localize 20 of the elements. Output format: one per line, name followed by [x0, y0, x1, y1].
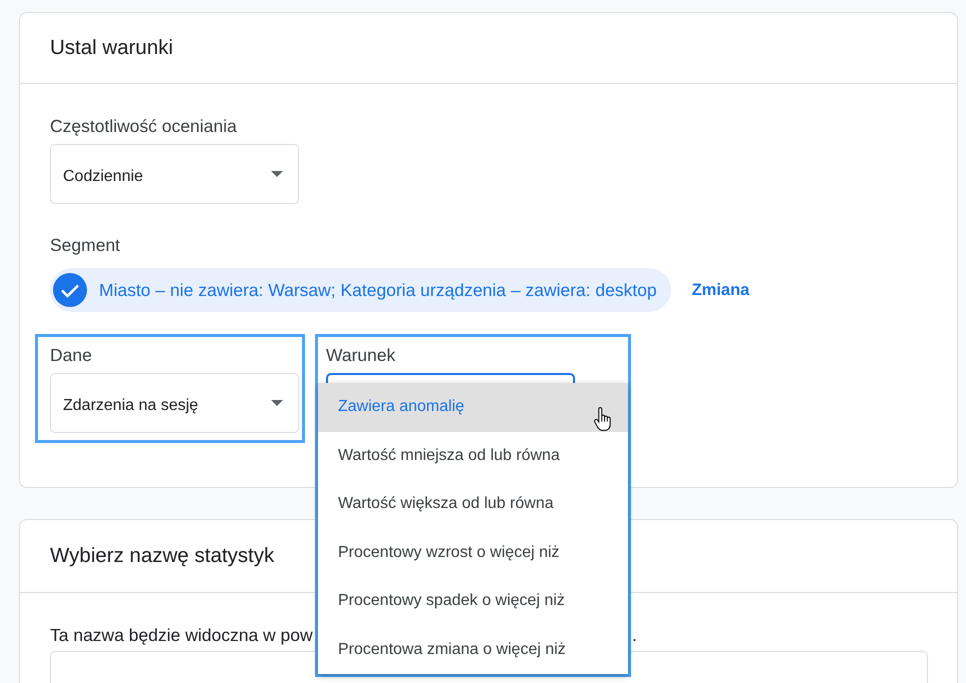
- menu-option[interactable]: Wartość większa od lub równa: [318, 480, 628, 528]
- card-title: Wybierz nazwę statystyk: [50, 544, 274, 568]
- field-label: Segment: [50, 236, 120, 255]
- card-title: Ustal warunki: [50, 36, 174, 60]
- menu-option[interactable]: Procentowy wzrost o więcej niż: [318, 528, 628, 577]
- dropdown-caret-icon: [271, 400, 283, 406]
- description-text: .: [632, 626, 637, 645]
- field-label: Dane: [50, 346, 92, 365]
- menu-option[interactable]: Wartość mniejsza od lub równa: [318, 432, 628, 480]
- hand-pointer-icon: [593, 407, 611, 431]
- frequency-select[interactable]: Codziennie: [50, 144, 299, 204]
- data-select[interactable]: Zdarzenia na sesję: [50, 373, 299, 433]
- field-label: Częstotliwość oceniania: [50, 117, 237, 136]
- field-label: Warunek: [326, 346, 396, 365]
- segment-chip[interactable]: Miasto – nie zawiera: Warsaw; Kategoria urządzenia – zawiera: desktop: [50, 268, 671, 312]
- change-link[interactable]: Zmiana: [692, 280, 750, 300]
- dropdown-caret-icon: [271, 171, 283, 177]
- menu-option[interactable]: Procentowy spadek o więcej niż: [318, 577, 628, 626]
- menu-option[interactable]: Procentowa zmiana o więcej niż: [318, 626, 628, 674]
- description-text: Ta nazwa będzie widoczna w pow: [50, 626, 313, 645]
